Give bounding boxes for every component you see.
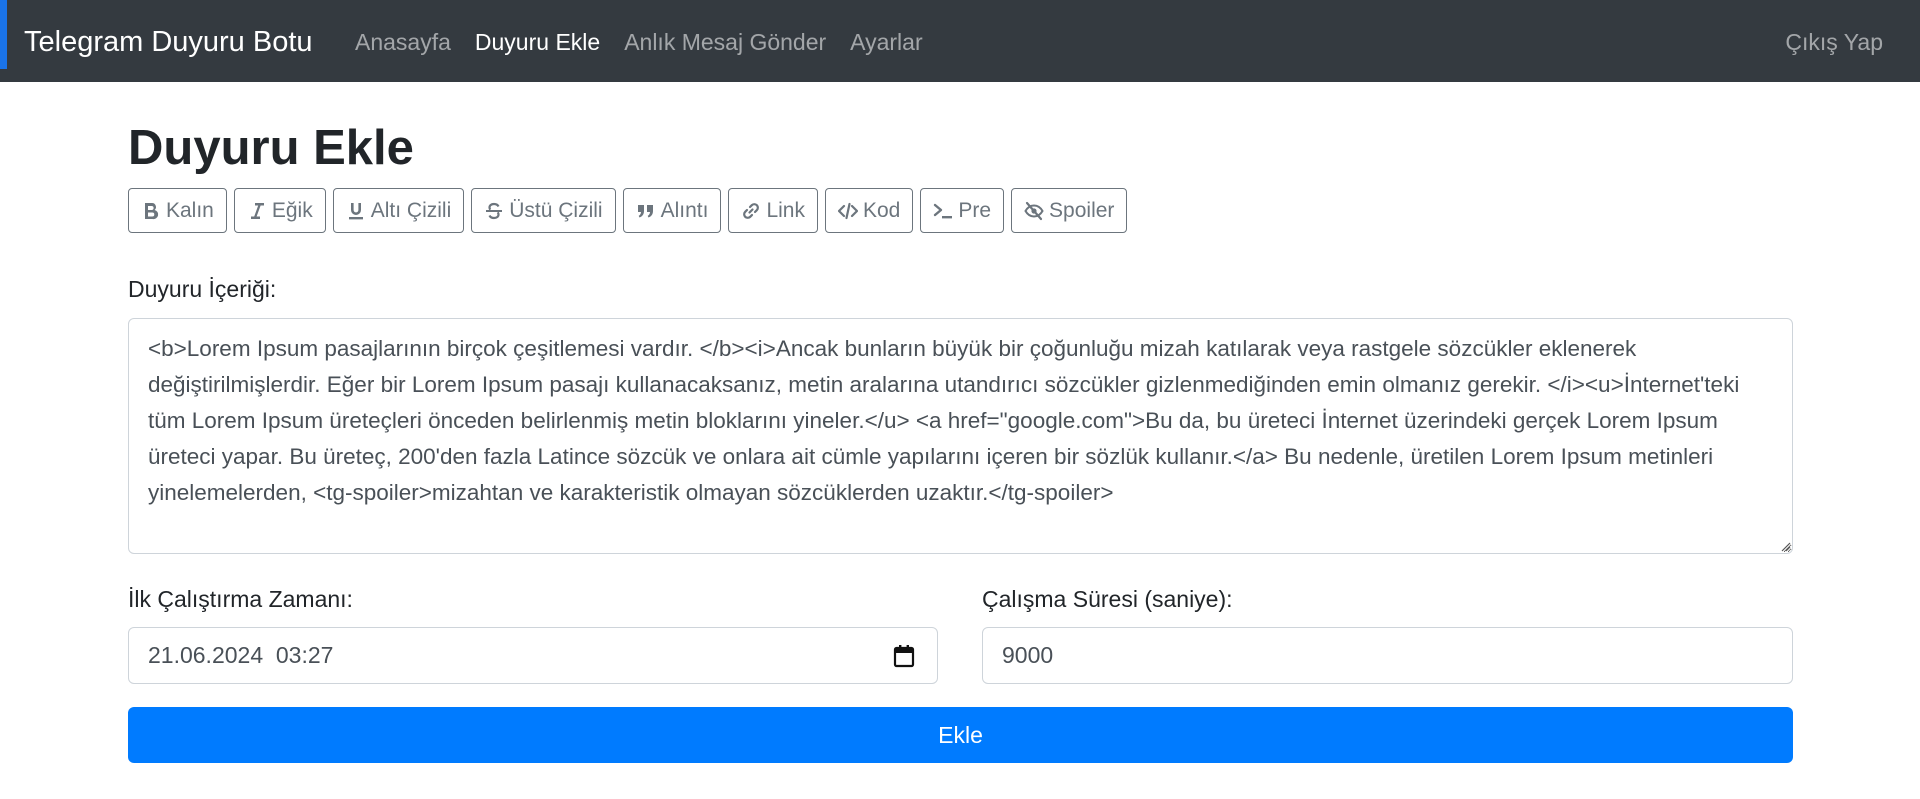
duration-label: Çalışma Süresi (saniye):	[982, 586, 1233, 612]
underline-icon	[346, 201, 366, 221]
italic-icon	[247, 201, 267, 221]
resize-handle-icon[interactable]	[1779, 540, 1791, 552]
calendar-icon[interactable]	[893, 644, 915, 668]
bold-icon	[141, 201, 161, 221]
eye-slash-icon	[1024, 201, 1044, 221]
nav-link-anasayfa[interactable]: Anasayfa	[355, 22, 451, 62]
terminal-icon	[933, 201, 953, 221]
link-icon	[741, 201, 761, 221]
underline-button-label: Altı Çizili	[370, 198, 452, 222]
code-button-label: Kod	[862, 198, 901, 222]
code-icon	[837, 201, 858, 221]
code-button[interactable]: Kod	[824, 188, 914, 233]
first-run-datetime-input[interactable]: 21.06.2024 03:27	[128, 627, 938, 684]
strikethrough-icon	[484, 201, 504, 221]
navbar-brand[interactable]: Telegram Duyuru Botu	[24, 22, 313, 62]
italic-button-label: Eğik	[271, 198, 313, 222]
quote-button-label: Alıntı	[660, 198, 709, 222]
first-run-value: 21.06.2024 03:27	[148, 642, 334, 668]
quote-button[interactable]: Alıntı	[622, 188, 722, 233]
underline-button[interactable]: Altı Çizili	[332, 188, 465, 233]
strikethrough-button-label: Üstü Çizili	[509, 198, 603, 222]
bold-button-label: Kalın	[166, 198, 214, 222]
italic-button[interactable]: Eğik	[233, 188, 326, 233]
add-button[interactable]: Ekle	[128, 707, 1793, 763]
logout-link[interactable]: Çıkış Yap	[1785, 22, 1883, 62]
content-label: Duyuru İçeriği:	[128, 276, 277, 302]
spoiler-button[interactable]: Spoiler	[1011, 188, 1128, 233]
link-button[interactable]: Link	[728, 188, 818, 233]
page-title: Duyuru Ekle	[128, 121, 414, 175]
pre-button-label: Pre	[958, 198, 992, 222]
content-textarea[interactable]: <b>Lorem Ipsum pasajlarının birçok çeşit…	[128, 318, 1793, 554]
first-run-label: İlk Çalıştırma Zamanı:	[128, 586, 353, 612]
spoiler-button-label: Spoiler	[1049, 198, 1115, 222]
nav-link-ayarlar[interactable]: Ayarlar	[850, 22, 922, 62]
bold-button[interactable]: Kalın	[128, 188, 227, 233]
format-toolbar: Kalın Eğik Altı Çizili Üstü Çizili Alınt…	[128, 188, 1128, 233]
strikethrough-button[interactable]: Üstü Çizili	[471, 188, 616, 233]
navbar: Telegram Duyuru Botu Anasayfa Duyuru Ekl…	[0, 0, 1920, 82]
link-button-label: Link	[766, 198, 805, 222]
duration-value: 9000	[1002, 642, 1054, 668]
nav-links: Anasayfa Duyuru Ekle Anlık Mesaj Gönder …	[355, 22, 947, 62]
navbar-accent	[0, 0, 7, 69]
nav-link-anlik-mesaj[interactable]: Anlık Mesaj Gönder	[624, 22, 826, 62]
pre-button[interactable]: Pre	[920, 188, 1005, 233]
nav-link-duyuru-ekle[interactable]: Duyuru Ekle	[475, 22, 600, 62]
duration-input[interactable]: 9000	[982, 627, 1793, 684]
quote-icon	[636, 201, 656, 221]
